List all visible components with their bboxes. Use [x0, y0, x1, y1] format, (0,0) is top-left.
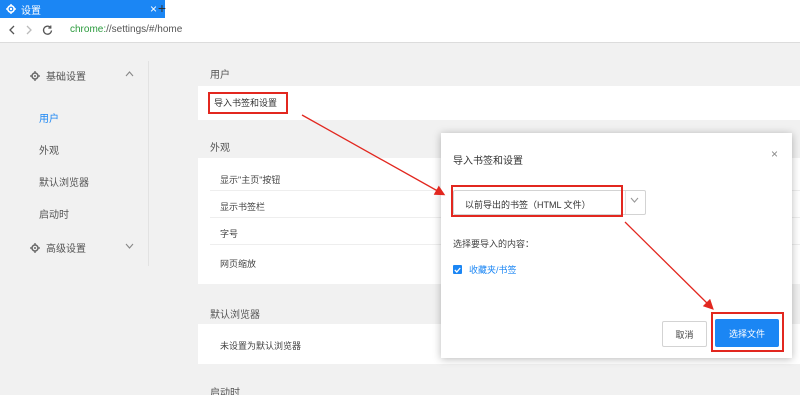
annotation-highlight-select: [451, 185, 623, 217]
tab-settings[interactable]: 设置 ×: [0, 0, 165, 18]
reload-button[interactable]: [40, 22, 54, 38]
font-size-row[interactable]: 字号: [220, 227, 238, 240]
forward-button[interactable]: [22, 22, 36, 38]
gear-icon: [30, 242, 40, 253]
tab-strip: 设置 × +: [0, 0, 800, 18]
sidebar-group-label: 基础设置: [46, 72, 86, 83]
sidebar-item-default-browser[interactable]: 默认浏览器: [39, 174, 89, 189]
annotation-highlight-choose: [711, 312, 784, 352]
sidebar-group-basic[interactable]: 基础设置: [30, 68, 134, 83]
gear-icon: [30, 70, 40, 81]
tab-title: 设置: [21, 5, 41, 17]
content-label: 选择要导入的内容：: [453, 239, 535, 249]
chevron-up-icon: [125, 71, 134, 77]
select-divider: [625, 191, 626, 214]
dialog-title: 导入书签和设置: [453, 156, 523, 167]
show-bookmarks-bar-row[interactable]: 显示书签栏: [220, 200, 265, 213]
users-card: [198, 86, 800, 120]
page-zoom-row[interactable]: 网页缩放: [220, 257, 256, 270]
sidebar-item-appearance[interactable]: 外观: [39, 142, 59, 157]
chevron-right-icon: [26, 25, 32, 35]
section-title-default-browser: 默认浏览器: [210, 310, 260, 321]
cancel-button[interactable]: 取消: [662, 321, 707, 347]
back-button[interactable]: [5, 22, 19, 38]
sidebar-divider: [148, 61, 149, 266]
gear-icon: [6, 4, 16, 14]
url-scheme: chrome:: [70, 24, 107, 35]
chevron-down-icon: [630, 196, 639, 206]
reload-icon: [42, 25, 52, 35]
sidebar: 基础设置 用户 外观 默认浏览器 启动时 高级设置: [0, 43, 150, 395]
chevron-down-icon: [125, 243, 134, 249]
sidebar-item-users[interactable]: 用户: [39, 110, 59, 125]
toolbar: chrome://settings/#/home: [0, 18, 800, 43]
section-title-appearance: 外观: [210, 143, 230, 154]
url-path: //settings/#/home: [106, 24, 183, 35]
chevron-left-icon: [9, 25, 15, 35]
default-browser-status: 未设置为默认浏览器: [220, 341, 302, 351]
address-bar[interactable]: chrome://settings/#/home: [70, 24, 182, 35]
new-tab-button[interactable]: +: [155, 0, 169, 18]
sidebar-item-startup[interactable]: 启动时: [39, 206, 69, 221]
favorites-checkbox-row[interactable]: 收藏夹/书签: [453, 263, 517, 276]
sidebar-group-advanced[interactable]: 高级设置: [30, 240, 134, 255]
checkbox-label: 收藏夹/书签: [469, 265, 517, 275]
section-title-users: 用户: [210, 70, 230, 81]
close-icon[interactable]: ×: [771, 147, 778, 161]
section-title-startup: 启动时: [210, 388, 240, 395]
checkbox-checked-icon[interactable]: [453, 265, 462, 274]
annotation-highlight-import: [208, 92, 288, 114]
sidebar-group-label: 高级设置: [46, 244, 86, 255]
show-home-button-row[interactable]: 显示"主页"按钮: [220, 173, 280, 186]
